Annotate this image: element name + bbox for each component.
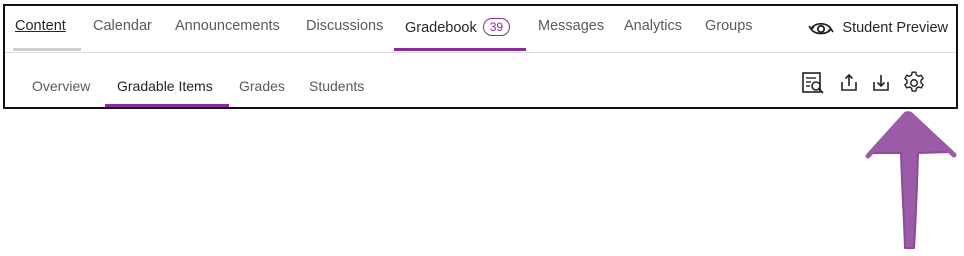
eye-refresh-icon (808, 22, 835, 35)
gradebook-header-frame: Content Calendar Announcements Discussio… (3, 4, 958, 109)
subtab-overview[interactable]: Overview (32, 78, 90, 94)
subtab-grades[interactable]: Grades (239, 78, 285, 94)
gradebook-count-badge: 39 (482, 18, 511, 36)
tab-gradebook[interactable]: Gradebook 39 (405, 18, 511, 36)
tab-discussions[interactable]: Discussions (306, 18, 383, 34)
student-preview-label: Student Preview (842, 20, 948, 36)
tab-gradebook-label: Gradebook (405, 20, 477, 36)
student-preview-button[interactable]: Student Preview (808, 18, 948, 38)
tab-gradebook-underline (394, 48, 526, 51)
subtab-gradable-items[interactable]: Gradable Items (117, 78, 213, 94)
tab-announcements[interactable]: Announcements (175, 18, 280, 34)
tab-calendar[interactable]: Calendar (93, 18, 152, 34)
subtab-gradable-items-underline (105, 104, 229, 107)
tab-content[interactable]: Content (15, 18, 66, 34)
course-top-nav: Content Calendar Announcements Discussio… (5, 6, 956, 53)
subtab-students[interactable]: Students (309, 78, 364, 94)
arrow-up-icon (865, 111, 957, 249)
tab-content-underline (13, 48, 81, 51)
search-list-icon[interactable] (801, 71, 825, 95)
upload-icon[interactable] (837, 71, 861, 95)
tab-messages[interactable]: Messages (538, 18, 604, 34)
download-icon[interactable] (869, 71, 893, 95)
tab-groups[interactable]: Groups (705, 18, 753, 34)
gradebook-sub-nav: Overview Gradable Items Grades Students (5, 53, 956, 107)
gear-icon[interactable] (901, 70, 927, 96)
tab-analytics[interactable]: Analytics (624, 18, 682, 34)
